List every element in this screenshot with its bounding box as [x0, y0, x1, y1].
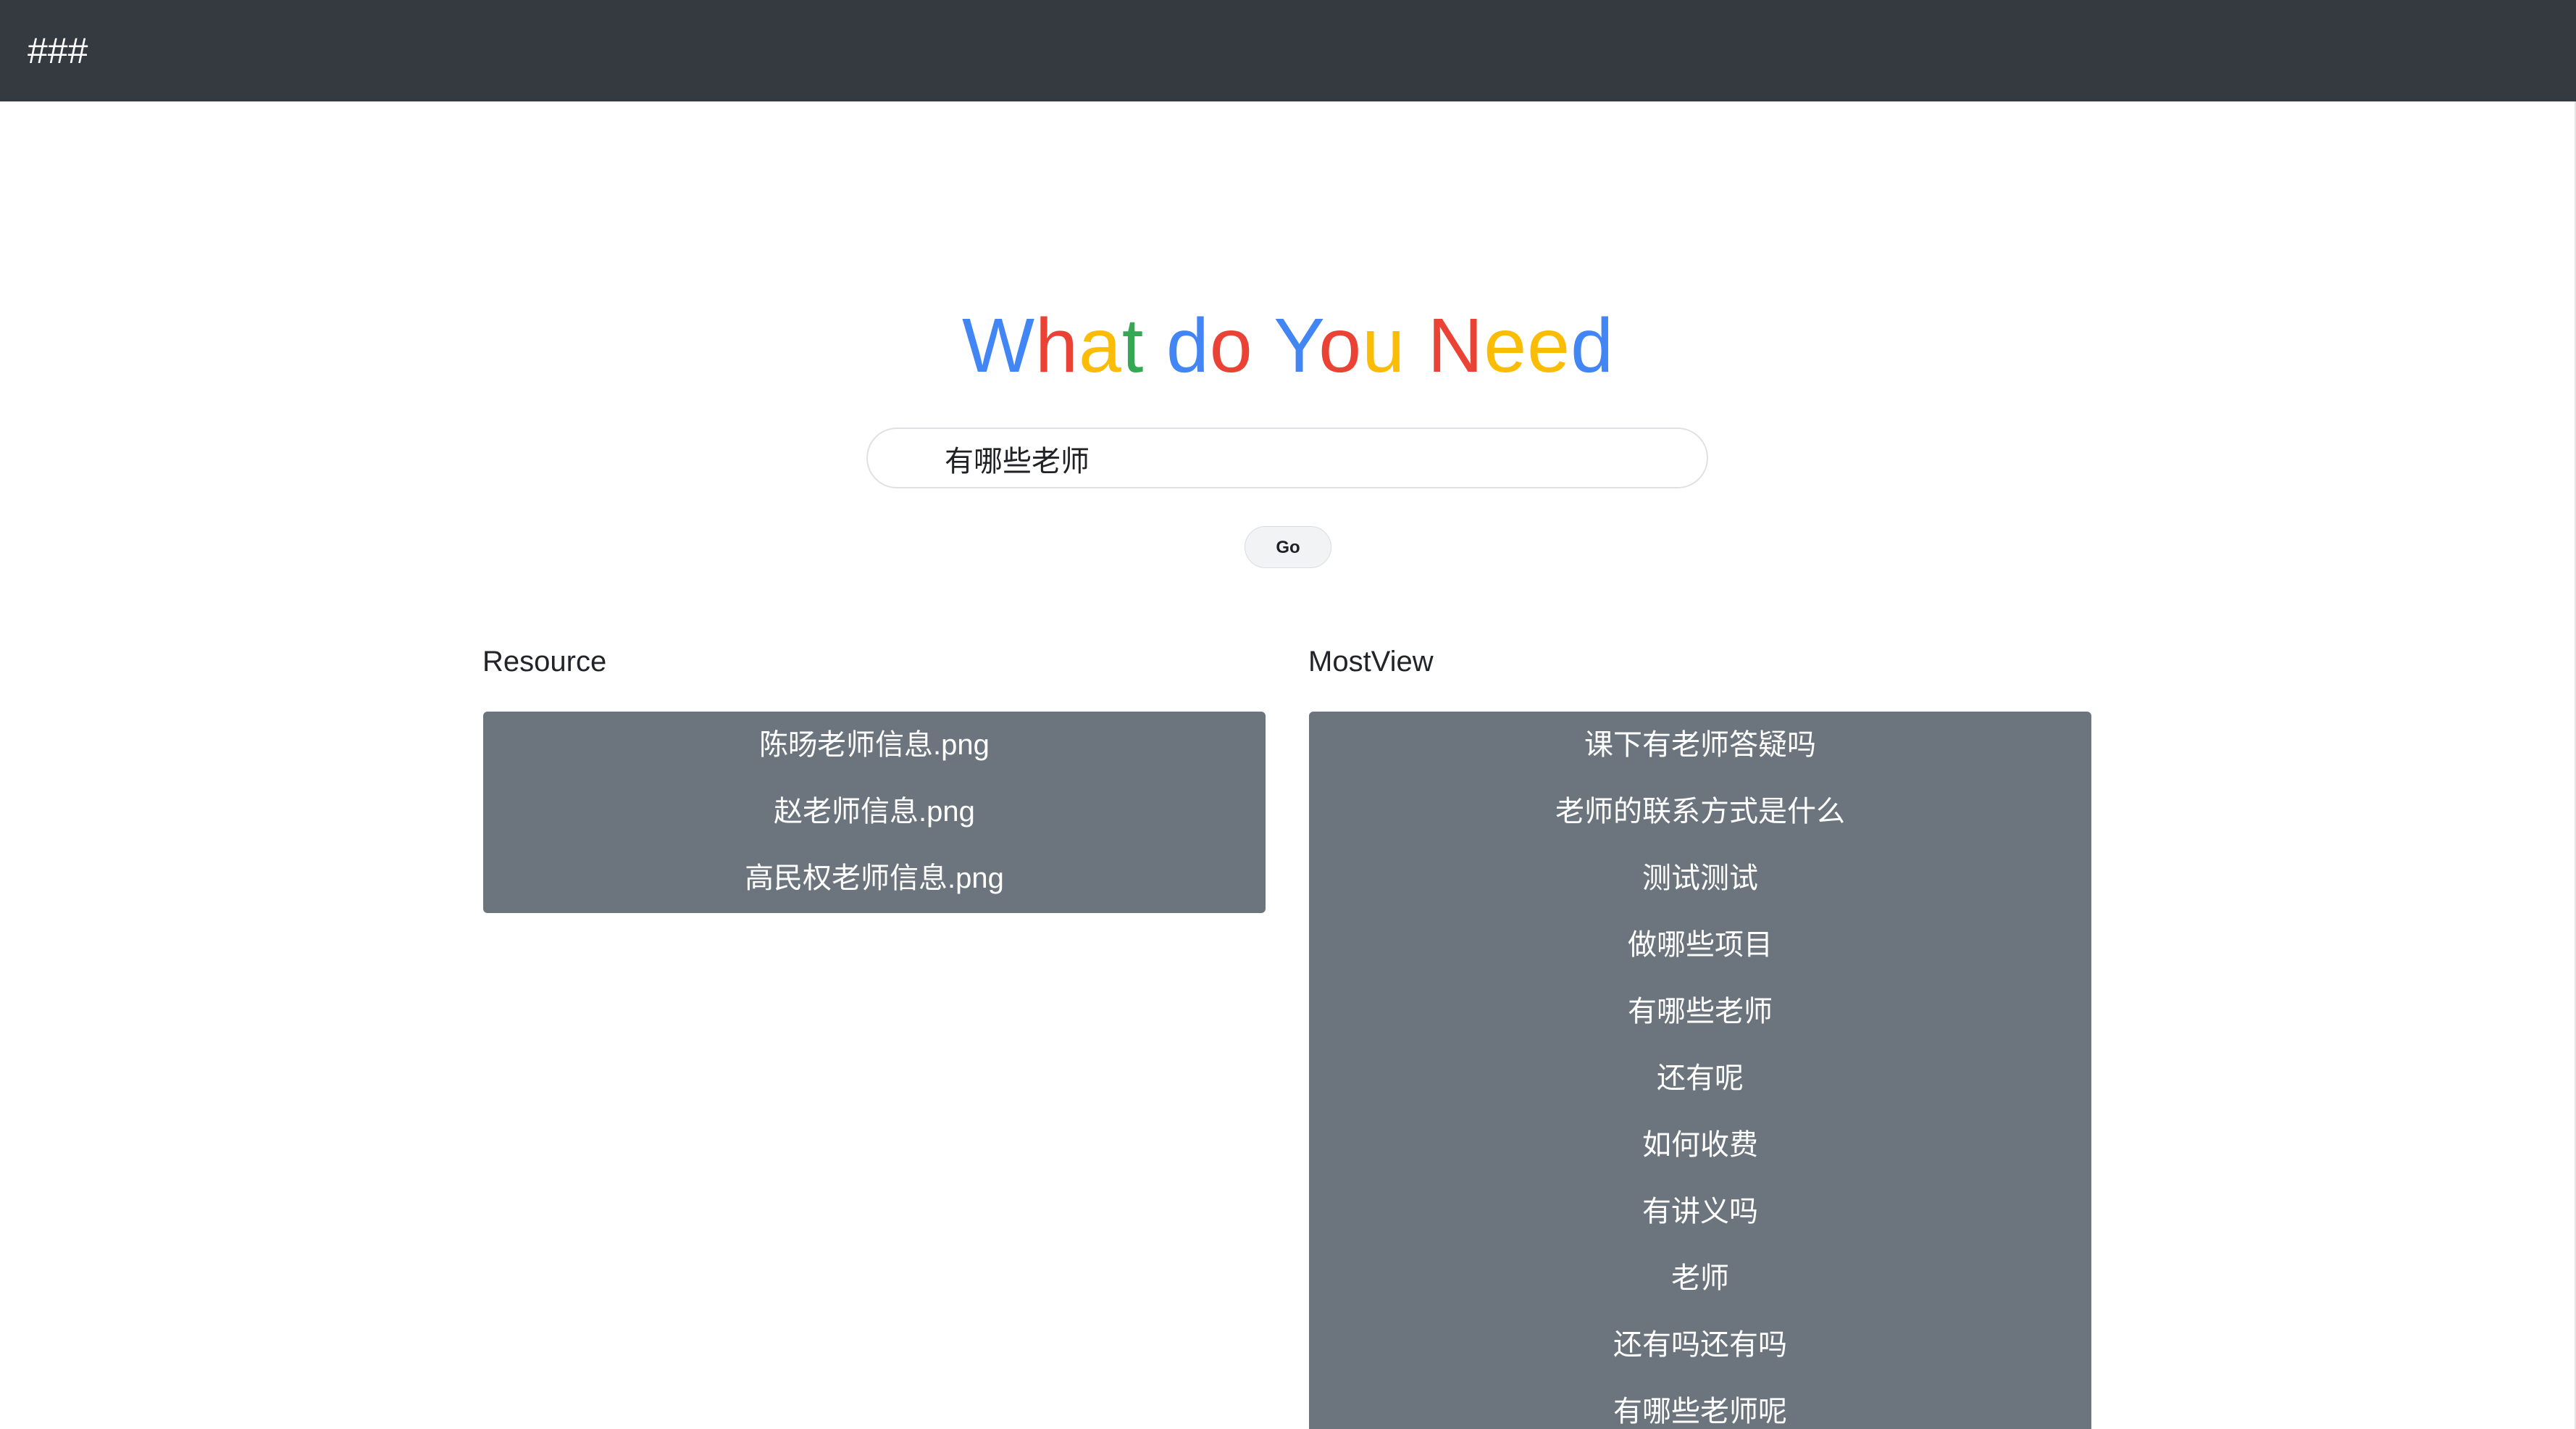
hero-title-letter: [1253, 303, 1274, 388]
go-button[interactable]: Go: [1245, 526, 1331, 568]
mostview-item[interactable]: 还有呢: [1309, 1045, 2091, 1112]
hero-title-letter: N: [1427, 303, 1484, 388]
hero-title-letter: Y: [1274, 303, 1319, 388]
hero-title-letter: u: [1362, 303, 1406, 388]
resource-section-title: Resource: [482, 646, 607, 678]
hero-title-letter: h: [1035, 303, 1079, 388]
mostview-item[interactable]: 老师的联系方式是什么: [1309, 778, 2091, 845]
mostview-item[interactable]: 如何收费: [1309, 1112, 2091, 1178]
page: ### What do You Need Go Resource MostVie…: [0, 0, 2576, 1429]
resource-item[interactable]: 高民权老师信息.png: [483, 845, 1266, 912]
mostview-item[interactable]: 老师: [1309, 1245, 2091, 1312]
hero-title-letter: e: [1484, 303, 1528, 388]
hero-title-letter: [1144, 303, 1166, 388]
mostview-item[interactable]: 课下有老师答疑吗: [1309, 712, 2091, 778]
search-box[interactable]: [866, 428, 1708, 488]
mostview-item[interactable]: 还有吗还有吗: [1309, 1312, 2091, 1378]
navbar: ###: [0, 0, 2576, 101]
hero-title-letter: W: [961, 303, 1036, 388]
mostview-section-title: MostView: [1308, 646, 1434, 678]
navbar-brand[interactable]: ###: [28, 28, 88, 74]
mostview-item[interactable]: 有哪些老师: [1309, 978, 2091, 1045]
hero-title-letter: [1405, 303, 1427, 388]
mostview-item[interactable]: 测试测试: [1309, 845, 2091, 912]
hero-title-letter: o: [1318, 303, 1363, 388]
hero-title-letter: d: [1166, 303, 1210, 388]
resource-item[interactable]: 赵老师信息.png: [483, 778, 1266, 845]
resource-item[interactable]: 陈旸老师信息.png: [483, 712, 1266, 778]
mostview-list: 课下有老师答疑吗 老师的联系方式是什么 测试测试 做哪些项目 有哪些老师 还有呢…: [1309, 712, 2091, 1429]
hero-title-letter: t: [1121, 303, 1145, 388]
hero-title-letter: a: [1078, 303, 1122, 388]
hero-title-letter: d: [1571, 303, 1615, 388]
hero-title-letter: o: [1209, 303, 1253, 388]
mostview-item[interactable]: 有讲义吗: [1309, 1178, 2091, 1245]
resource-list: 陈旸老师信息.png 赵老师信息.png 高民权老师信息.png: [483, 712, 1266, 913]
hero-title-letter: e: [1527, 303, 1571, 388]
hero-title: What do You Need: [0, 299, 2576, 393]
mostview-item[interactable]: 做哪些项目: [1309, 912, 2091, 978]
search-input[interactable]: [945, 435, 1669, 483]
mostview-item[interactable]: 有哪些老师呢: [1309, 1378, 2091, 1429]
